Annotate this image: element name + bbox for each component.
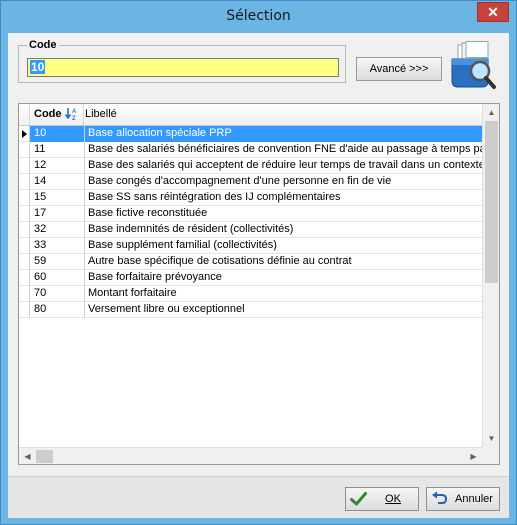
window-title: Sélection: [226, 8, 291, 24]
row-indicator[interactable]: [19, 174, 30, 190]
cell-code: 10: [30, 126, 85, 142]
cell-code: 70: [30, 286, 85, 302]
row-indicator[interactable]: [19, 142, 30, 158]
column-header-code[interactable]: Code A Z: [30, 104, 84, 125]
column-header-label[interactable]: Libellé: [85, 108, 117, 120]
cell-label: Versement libre ou exceptionnel: [88, 303, 245, 315]
title-bar[interactable]: Sélection ✕: [1, 1, 516, 33]
table-row[interactable]: 70 Montant forfaitaire: [19, 286, 482, 302]
scroll-right-icon[interactable]: ▶: [465, 448, 482, 465]
row-indicator[interactable]: [19, 222, 30, 238]
table-row[interactable]: 14 Base congés d'accompagnement d'une per…: [19, 174, 482, 190]
grid-rows: 10 Base allocation spéciale PRP 11 Base des…: [19, 126, 482, 318]
row-indicator[interactable]: [19, 238, 30, 254]
cell-code: 60: [30, 270, 85, 286]
search-database-icon: [451, 41, 496, 89]
cell-label: Montant forfaitaire: [88, 287, 177, 299]
checkmark-icon: [350, 492, 367, 506]
horizontal-scrollbar[interactable]: ◀ ▶: [19, 447, 482, 464]
cell-label: Base forfaitaire prévoyance: [88, 271, 222, 283]
cell-code: 33: [30, 238, 85, 254]
close-button[interactable]: ✕: [477, 2, 509, 22]
svg-text:A: A: [72, 109, 77, 115]
table-row[interactable]: 11 Base des salariés bénéficiaires de con…: [19, 142, 482, 158]
code-input[interactable]: 10: [27, 58, 339, 77]
vertical-scroll-thumb[interactable]: [485, 121, 498, 283]
row-indicator[interactable]: [19, 286, 30, 302]
cell-code: 59: [30, 254, 85, 270]
cancel-button[interactable]: Annuler: [426, 487, 500, 511]
table-row[interactable]: 59 Autre base spécifique de cotisations d…: [19, 254, 482, 270]
horizontal-scroll-thumb[interactable]: [36, 450, 53, 463]
vertical-scrollbar[interactable]: ▲ ▼: [482, 104, 499, 447]
table-row[interactable]: 10 Base allocation spéciale PRP: [19, 126, 482, 142]
table-row[interactable]: 32 Base indemnités de résident (collectiv…: [19, 222, 482, 238]
table-row[interactable]: 12 Base des salariés qui acceptent de réd…: [19, 158, 482, 174]
cell-label: Base congés d'accompagnement d'une perso…: [88, 175, 392, 187]
cell-label: Base indemnités de résident (collectivit…: [88, 223, 294, 235]
cell-label: Base supplément familial (collectivités): [88, 239, 277, 251]
row-indicator[interactable]: [19, 302, 30, 318]
cell-label: Base des salariés bénéficiaires de conve…: [88, 143, 482, 155]
code-group-label: Code: [27, 39, 59, 51]
cell-code: 80: [30, 302, 85, 318]
results-grid[interactable]: Code A Z Libellé 10 Base allocation spéci…: [18, 103, 500, 465]
row-indicator[interactable]: [19, 270, 30, 286]
table-row[interactable]: 17 Base fictive reconstituée: [19, 206, 482, 222]
cell-code: 17: [30, 206, 85, 222]
code-input-value: 10: [30, 60, 46, 74]
cell-label: Base SS sans réintégration des IJ complé…: [88, 191, 341, 203]
grid-header: Code A Z Libellé: [19, 104, 482, 126]
ok-button-label: OK: [385, 493, 401, 505]
cell-code: 32: [30, 222, 85, 238]
cell-label: Autre base spécifique de cotisations déf…: [88, 255, 352, 267]
row-indicator-header: [19, 104, 30, 125]
current-row-arrow-icon: [22, 130, 27, 138]
column-header-code-label: Code: [34, 108, 62, 120]
row-indicator[interactable]: [19, 254, 30, 270]
button-bar: OK Annuler: [8, 476, 509, 518]
svg-text:Z: Z: [72, 116, 76, 121]
cell-label: Base allocation spéciale PRP: [85, 126, 482, 142]
selection-dialog: Sélection ✕ Code 10 Avancé >>> Code A Z …: [0, 0, 517, 525]
row-indicator[interactable]: [19, 190, 30, 206]
row-indicator[interactable]: [19, 158, 30, 174]
advanced-button[interactable]: Avancé >>>: [356, 57, 442, 81]
scrollbar-corner: [482, 447, 499, 464]
cell-code: 15: [30, 190, 85, 206]
sort-ascending-icon: A Z: [65, 108, 77, 121]
table-row[interactable]: 80 Versement libre ou exceptionnel: [19, 302, 482, 318]
cancel-button-label: Annuler: [455, 493, 493, 505]
scroll-up-icon[interactable]: ▲: [483, 104, 500, 121]
table-row[interactable]: 60 Base forfaitaire prévoyance: [19, 270, 482, 286]
table-row[interactable]: 33 Base supplément familial (collectivité…: [19, 238, 482, 254]
row-indicator[interactable]: [19, 206, 30, 222]
cell-code: 11: [30, 142, 85, 158]
cell-code: 14: [30, 174, 85, 190]
row-indicator[interactable]: [19, 126, 30, 142]
dialog-body: Code 10 Avancé >>> Code A Z Libellé 10 B…: [8, 33, 509, 518]
table-row[interactable]: 15 Base SS sans réintégration des IJ comp…: [19, 190, 482, 206]
cell-code: 12: [30, 158, 85, 174]
scroll-down-icon[interactable]: ▼: [483, 430, 500, 447]
cell-label: Base fictive reconstituée: [88, 207, 208, 219]
undo-arrow-icon: [432, 491, 448, 504]
code-groupbox: Code 10: [18, 39, 346, 83]
cell-label: Base des salariés qui acceptent de rédui…: [88, 159, 482, 171]
scroll-left-icon[interactable]: ◀: [19, 448, 36, 465]
ok-button[interactable]: OK: [345, 487, 419, 511]
